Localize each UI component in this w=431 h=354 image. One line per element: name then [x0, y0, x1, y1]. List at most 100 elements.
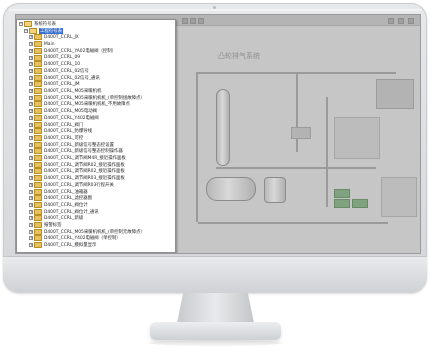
tree-node-label: D400T_CCRL_02信号 — [44, 68, 89, 74]
tree-node[interactable]: + D400T_CCRL_防爆导线 — [17, 128, 175, 135]
expand-icon[interactable]: + — [29, 109, 33, 114]
expand-icon[interactable]: + — [29, 236, 33, 241]
expand-icon[interactable]: + — [29, 102, 33, 107]
tree-node[interactable]: + D400T_CCRL_阀位计 — [17, 201, 175, 208]
folder-icon — [34, 195, 42, 202]
expand-icon[interactable]: + — [29, 162, 33, 167]
expand-icon[interactable]: + — [29, 82, 33, 87]
tree-node[interactable]: + D400T_CCRL_Y402电磁阀（单控制） — [17, 235, 175, 242]
expand-icon[interactable]: + — [29, 156, 33, 160]
tree-node-label: D400T_CCRL_M05采暖机机机_(单控制元故障点） — [44, 229, 145, 235]
tree-node[interactable]: + D400T_CCRL_M05采暖机机 — [17, 88, 175, 94]
tree-node[interactable]: + D400T_CCRL_10 — [17, 61, 175, 68]
expand-icon[interactable]: + — [29, 182, 33, 187]
expand-icon[interactable]: + — [29, 89, 33, 93]
expand-icon[interactable]: + — [29, 176, 33, 181]
start-button-icon[interactable] — [334, 189, 350, 198]
tree-node[interactable]: + D400T_CCRL_调节阀R03行程开关 — [17, 181, 175, 188]
tree-node[interactable]: + D400T_CCRL_阀门 — [17, 121, 175, 128]
expand-icon[interactable]: + — [29, 48, 33, 53]
expand-icon[interactable]: + — [29, 115, 33, 120]
tree-node[interactable]: + D400T_CCRL_调节阀R02_接近操作面板 — [17, 168, 175, 175]
expand-icon[interactable]: + — [29, 223, 33, 227]
tree-node[interactable]: + D400T_CCRL_调节阀R03_接近操作面板 — [17, 175, 175, 182]
expand-icon[interactable]: + — [29, 95, 33, 100]
tree-node[interactable]: + D400T_CCRL_调节阀R02_接近操作面板 — [17, 161, 175, 168]
tree-node[interactable]: + Main — [17, 41, 175, 48]
tree-node[interactable]: + D400T_CCRL_新级信号整态控制操作器 — [17, 148, 175, 155]
tree-node[interactable]: + D400T_CCRL_油箱器 — [17, 188, 175, 195]
tree-node-label: D400T_CCRL_调节阀R02_接近操作面板 — [44, 162, 125, 168]
expand-icon[interactable]: + — [29, 149, 33, 154]
expand-icon[interactable]: + — [29, 209, 33, 214]
folder-icon — [34, 88, 42, 94]
tree-node[interactable]: + D400T_CCRL_M05采暖机机机_不用故障点 — [17, 101, 175, 108]
toolbar-button-icon[interactable] — [398, 18, 404, 24]
expand-icon[interactable]: + — [29, 62, 33, 67]
tree-node-label: D400T_CCRL_JX — [44, 34, 79, 40]
tree-node[interactable]: + D400T_CCRL_新级信号整态控设置 — [17, 141, 175, 148]
expand-icon[interactable]: + — [29, 196, 33, 201]
folder-icon — [34, 74, 42, 81]
folder-icon — [34, 54, 42, 61]
tree-node[interactable]: + D400T_CCRL_Y402电磁阀 — [17, 114, 175, 121]
toolbar-button-icon[interactable] — [388, 18, 394, 24]
expand-icon[interactable]: + — [29, 129, 33, 134]
folder-icon — [34, 168, 42, 175]
expand-icon[interactable]: + — [29, 169, 33, 174]
expand-icon[interactable]: + — [29, 142, 33, 147]
tree-node[interactable]: + D400T_CCRL_新级 — [17, 215, 175, 222]
expand-icon[interactable]: + — [29, 216, 33, 221]
tree-node[interactable]: − 工程符号表 — [17, 27, 175, 34]
tree-node[interactable]: + D400T_CCRL_09 — [17, 54, 175, 61]
expand-icon[interactable]: + — [29, 35, 33, 40]
folder-icon — [34, 101, 42, 108]
toolbar-button-icon[interactable] — [182, 18, 188, 24]
reset-button-icon[interactable] — [352, 199, 368, 208]
expand-icon[interactable]: + — [29, 243, 33, 248]
tree-node[interactable]: + D400T_CCRL_M05采暖机机机_(单控制组故障点） — [17, 94, 175, 101]
toolbar-button-icon[interactable] — [190, 18, 196, 24]
camera-icon — [213, 6, 216, 9]
receiver-tank — [206, 177, 256, 201]
folder-icon — [34, 175, 42, 182]
expand-icon[interactable]: + — [29, 55, 33, 60]
tree-node-label: D400T_CCRL_09 — [44, 55, 81, 60]
tree-node[interactable]: + D400T_CCRL_02信号_通讯 — [17, 74, 175, 81]
process-diagram-canvas: 凸轮排气系统 — [176, 27, 420, 253]
tree-node[interactable]: + D400T_CCRL_M05电动阀 — [17, 108, 175, 115]
toolbar-button-icon[interactable] — [198, 18, 204, 24]
tree-node-label: D400T_CCRL_油箱器 — [44, 189, 88, 195]
collapse-icon[interactable]: − — [24, 28, 28, 33]
tree-node[interactable]: + D400T_CCRL_滤控器图 — [17, 195, 175, 202]
stop-button-icon[interactable] — [334, 199, 350, 208]
collapse-icon[interactable]: − — [19, 22, 23, 26]
folder-icon — [34, 67, 42, 74]
expand-icon[interactable]: + — [29, 42, 33, 47]
tree-node[interactable]: + D400T_CCRL_可控 — [17, 134, 175, 141]
tree-node[interactable]: + D400T_CCRL_M05采暖机机机_(单控制元故障点） — [17, 228, 175, 235]
tree-node[interactable]: + D400T_CCRL_YA02电磁阀（控制） — [17, 47, 175, 54]
tree-node[interactable]: − 系统符号表 — [17, 21, 175, 27]
tree-node[interactable]: + D400T_CCRL_模拟量显示 — [17, 242, 175, 249]
tree-node[interactable]: + 报警标签 — [17, 222, 175, 228]
tree-node[interactable]: + D400T_CCRL_JX — [17, 34, 175, 41]
expand-icon[interactable]: + — [29, 122, 33, 127]
tree-node[interactable]: + D400T_CCRL_阀位计_通讯 — [17, 208, 175, 215]
tree-node[interactable]: + D400T_CCRL_02信号 — [17, 67, 175, 74]
symbol-tree-window: − 系统符号表 − 工程符号表 + D400T_CCRL_JX + Main + D400T_CC… — [16, 19, 176, 253]
tree-node-label: D400T_CCRL_调节阀R03_接近操作面板 — [44, 176, 125, 182]
expand-icon[interactable]: + — [29, 135, 33, 140]
expand-icon[interactable]: + — [29, 68, 33, 73]
toolbar-button-icon[interactable] — [408, 18, 414, 24]
expand-icon[interactable]: + — [29, 189, 33, 194]
tree-node-label: D400T_CCRL_02信号_通讯 — [44, 75, 100, 81]
tree-node[interactable]: + D400T_CCRL_调节阀M4R_接近操作面板 — [17, 155, 175, 161]
tree-node[interactable]: + D400T_CCRL_JM — [17, 81, 175, 88]
screen: 凸轮排气系统 − 系统符号表 − 工程符号表 + D400T_CCRL_JX +… — [15, 14, 421, 254]
expand-icon[interactable]: + — [29, 202, 33, 207]
expand-icon[interactable]: + — [29, 75, 33, 80]
folder-icon — [34, 208, 42, 215]
expand-icon[interactable]: + — [29, 229, 33, 234]
folder-icon — [29, 27, 37, 34]
